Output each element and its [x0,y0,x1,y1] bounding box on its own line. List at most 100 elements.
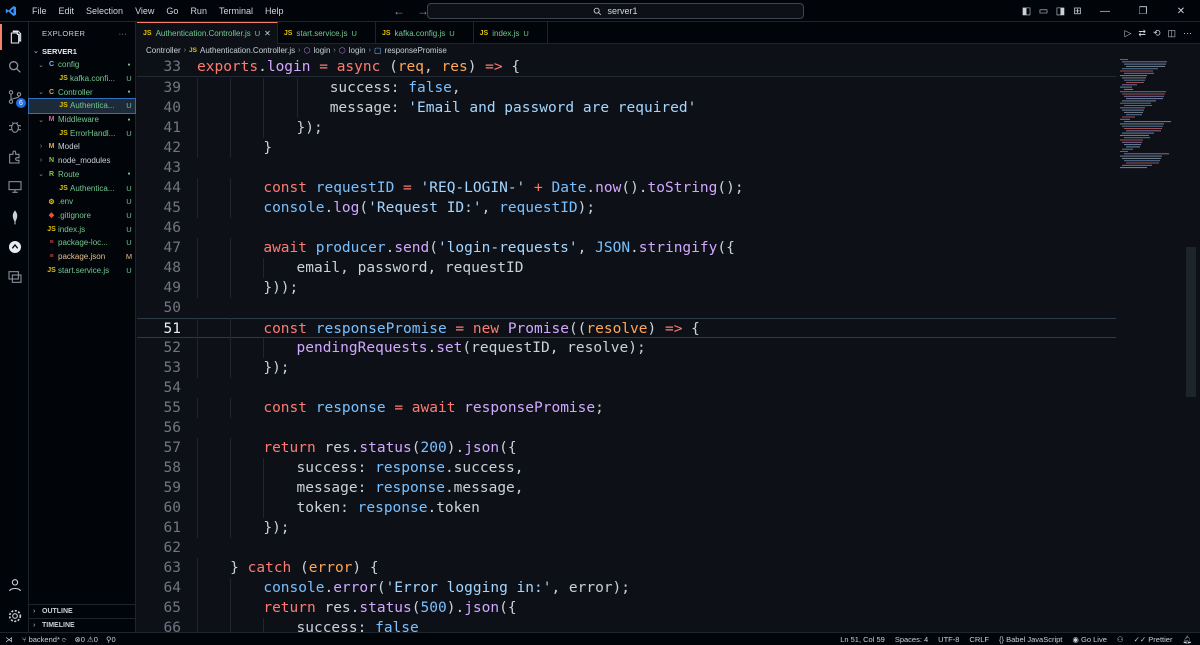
ports-indicator[interactable]: ⚲0 [106,635,116,644]
code-line[interactable]: 62 [137,538,1116,558]
code-line[interactable]: 48 email, password, requestID [137,258,1116,278]
tab-start-service[interactable]: JS start.service.js U [278,22,376,44]
run-debug-icon[interactable] [0,114,29,140]
go-live-button[interactable]: ◉ Go Live [1072,635,1107,644]
line-number[interactable]: 66 [137,618,181,632]
close-window-button[interactable]: ✕ [1163,0,1199,22]
menu-go[interactable]: Go [160,0,184,22]
menu-run[interactable]: Run [184,0,213,22]
line-number[interactable]: 47 [137,238,181,258]
code-line[interactable]: 53}); [137,358,1116,378]
tree-file[interactable]: ≡ package-loc... U [29,236,135,250]
line-number[interactable]: 45 [137,198,181,218]
line-number[interactable]: 52 [137,338,181,358]
line-number[interactable]: 64 [137,578,181,598]
encoding[interactable]: UTF-8 [938,635,959,644]
code-line[interactable]: 44 const requestID = 'REQ-LOGIN-' + Date.… [137,178,1116,198]
back-arrow-icon[interactable]: ← [393,4,405,18]
mongodb-leaf-icon[interactable] [0,204,29,230]
code-line[interactable]: 39 success: false, [137,78,1116,98]
indentation[interactable]: Spaces: 4 [895,635,928,644]
line-number[interactable]: 58 [137,458,181,478]
line-number[interactable]: 39 [137,78,181,98]
line-number[interactable]: 65 [137,598,181,618]
line-number[interactable]: 42 [137,138,181,158]
line-number[interactable]: 33 [137,57,181,77]
line-number[interactable]: 60 [137,498,181,518]
tree-file[interactable]: JS kafka.confi... U [29,72,135,86]
code-line[interactable]: 45 console.log('Request ID:', requestID); [137,198,1116,218]
branch-indicator[interactable]: ⑂ backend* ⟳ [22,635,66,644]
tree-file[interactable]: ≡ package.json M [29,250,135,264]
toggle-secondary-sidebar-icon[interactable]: ◨ [1053,0,1068,22]
code-line[interactable]: 65 return res.status(500).json({ [137,598,1116,618]
tree-file[interactable]: JS Authentica... U [29,181,135,195]
code-line[interactable]: 49})); [137,278,1116,298]
testing-panel-icon[interactable] [0,264,29,290]
menu-help[interactable]: Help [259,0,290,22]
live-share-icon[interactable] [0,234,29,260]
workspace-root[interactable]: ⌄ SERVER1 [29,44,135,58]
code-line[interactable]: 64 console.error('Error logging in:', err… [137,578,1116,598]
prettier-button[interactable]: ✓✓ Prettier [1134,635,1173,644]
menu-edit[interactable]: Edit [53,0,81,22]
menu-view[interactable]: View [129,0,160,22]
line-number[interactable]: 41 [137,118,181,138]
language-mode[interactable]: {} Babel JavaScript [999,635,1062,644]
source-control-icon[interactable]: 6 [0,84,29,110]
line-number[interactable]: 57 [137,438,181,458]
code-line[interactable]: 56 [137,418,1116,438]
close-tab-icon[interactable]: ✕ [264,29,271,38]
line-number[interactable]: 51 [137,319,181,339]
code-line[interactable]: 63} catch (error) { [137,558,1116,578]
line-number[interactable]: 62 [137,538,181,558]
sticky-scroll-line[interactable]: 33 exports.login = async (req, res) => { [137,57,1116,77]
line-number[interactable]: 59 [137,478,181,498]
tree-file[interactable]: JS Authentica... U [28,98,136,114]
line-number[interactable]: 40 [137,98,181,118]
restore-button[interactable]: ❐ [1125,0,1161,22]
code-line[interactable]: 41}); [137,118,1116,138]
extensions-icon[interactable] [0,144,29,170]
customize-layout-icon[interactable]: ⊞ [1070,0,1085,22]
line-number[interactable]: 49 [137,278,181,298]
minimap[interactable] [1116,57,1186,177]
run-file-icon[interactable]: ▷ [1124,28,1131,39]
tab-kafka-config[interactable]: JS kafka.config.js U [376,22,474,44]
code-line[interactable]: 40 message: 'Email and password are requi… [137,98,1116,118]
tree-folder[interactable]: › Nnode_modules [29,154,135,168]
timeline-section[interactable]: › TIMELINE [29,618,136,632]
line-number[interactable]: 50 [137,298,181,318]
code-line[interactable]: 43 [137,158,1116,178]
command-center-search[interactable]: server1 [427,3,804,19]
breadcrumb-symbol[interactable]: login [349,46,366,55]
compare-changes-icon[interactable]: ⇄ [1138,28,1146,39]
line-number[interactable]: 55 [137,398,181,418]
breadcrumb-folder[interactable]: Controller [146,46,181,55]
cursor-position[interactable]: Ln 51, Col 59 [840,635,885,644]
code-line[interactable]: 50 [137,298,1116,318]
tree-folder[interactable]: ⌄ C Controller ● [29,85,135,99]
menu-file[interactable]: File [26,0,53,22]
go-live-preview-icon[interactable]: ⟲ [1153,28,1161,39]
tree-file[interactable]: JS start.service.js U [29,263,135,277]
code-editor[interactable]: 33 exports.login = async (req, res) => {3… [137,57,1200,632]
copilot-icon[interactable]: ⚇ [1117,635,1124,644]
tree-folder[interactable]: ⌄ R Route ● [29,168,135,182]
tab-index[interactable]: JS index.js U [474,22,548,44]
code-line[interactable]: 51 const responsePromise = new Promise((r… [137,318,1116,338]
explorer-icon[interactable] [0,24,29,50]
code-line[interactable]: 57 return res.status(200).json({ [137,438,1116,458]
line-number[interactable]: 48 [137,258,181,278]
search-view-icon[interactable] [0,54,29,80]
settings-gear-icon[interactable] [0,603,29,629]
minimize-button[interactable]: — [1087,0,1123,22]
line-number[interactable]: 46 [137,218,181,238]
code-line[interactable]: 59 message: response.message, [137,478,1116,498]
toggle-primary-sidebar-icon[interactable]: ◧ [1019,0,1034,22]
breadcrumb-symbol[interactable]: responsePromise [385,46,447,55]
toggle-panel-icon[interactable]: ▭ [1036,0,1051,22]
tree-folder[interactable]: ⌄ M Middleware ● [29,113,135,127]
menu-terminal[interactable]: Terminal [213,0,259,22]
tree-file[interactable]: ◆ .gitignore U [29,209,135,223]
